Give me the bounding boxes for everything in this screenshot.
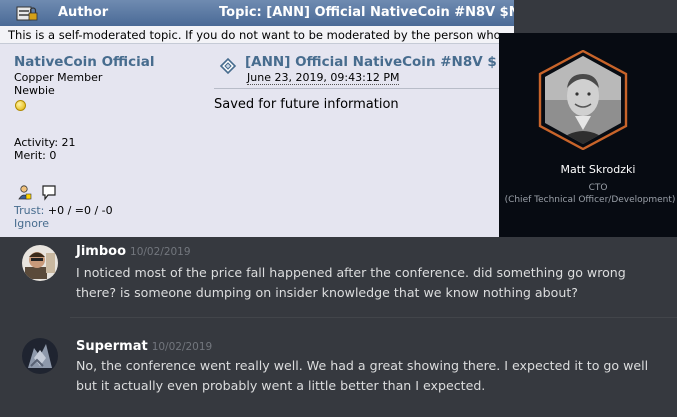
- topic-title: Topic: [ANN] Official NativeCoin #N8V $N…: [219, 5, 514, 20]
- forum-header-bar: Author Topic: [ANN] Official NativeCoin …: [0, 0, 514, 26]
- post-date[interactable]: June 23, 2019, 09:43:12 PM: [247, 71, 400, 85]
- post-tag-icon: [219, 57, 237, 75]
- message-divider: [70, 317, 677, 318]
- trust-value: +0 / =0 / -0: [44, 204, 113, 217]
- profile-photo: [545, 56, 621, 144]
- message-text: I noticed most of the price fall happene…: [76, 265, 626, 300]
- user-avatar-icon: [22, 245, 58, 281]
- message-timestamp: 10/02/2019: [151, 341, 213, 353]
- poster-name-link[interactable]: NativeCoin Official: [14, 54, 154, 70]
- forum-post: Author Topic: [ANN] Official NativeCoin …: [0, 0, 514, 237]
- avatar[interactable]: [22, 245, 58, 281]
- message-icon[interactable]: [42, 185, 56, 201]
- author-column-label: Author: [58, 5, 109, 20]
- poster-info: NativeCoin Official Copper Member Newbie…: [0, 46, 200, 237]
- profile-icon[interactable]: [18, 185, 32, 200]
- poster-activity: Activity: 21: [14, 136, 76, 149]
- card-name: Matt Skrodzki: [560, 163, 636, 176]
- rank-coin-icon: [15, 100, 26, 111]
- chat-area: Jimboo 10/02/2019 I noticed most of the p…: [0, 237, 677, 417]
- post-header: [ANN] Official NativeCoin #N8V $ June 23…: [214, 54, 515, 85]
- self-moderated-notice: This is a self-moderated topic. If you d…: [0, 26, 514, 44]
- author-name[interactable]: Jimboo: [76, 244, 126, 259]
- profile-photo-frame: [538, 50, 628, 150]
- user-avatar-icon: [22, 338, 58, 374]
- avatar[interactable]: [22, 338, 58, 374]
- message-text: No, the conference went really well. We …: [76, 358, 649, 393]
- post-divider: [214, 88, 514, 89]
- message-author[interactable]: Jimboo 10/02/2019: [76, 244, 191, 259]
- message-timestamp: 10/02/2019: [130, 246, 191, 258]
- poster-action-icons: [18, 185, 56, 201]
- lock-topic-icon: [16, 6, 38, 21]
- post-title-link[interactable]: [ANN] Official NativeCoin #N8V $: [245, 54, 515, 70]
- poster-rank: Copper Member: [14, 71, 103, 84]
- card-role: CTO: [588, 183, 608, 193]
- profile-card: Matt Skrodzki CTO (Chief Technical Offic…: [499, 33, 677, 237]
- trust-row: Trust: +0 / =0 / -0: [14, 204, 113, 217]
- post-body: Saved for future information: [214, 97, 399, 112]
- message-author[interactable]: Supermat 10/02/2019: [76, 339, 212, 354]
- trust-link[interactable]: Trust:: [14, 204, 44, 217]
- author-name[interactable]: Supermat: [76, 339, 148, 354]
- poster-merit: Merit: 0: [14, 149, 57, 162]
- poster-level: Newbie: [14, 84, 55, 97]
- ignore-link[interactable]: Ignore: [14, 217, 49, 230]
- card-description: (Chief Technical Officer/Development): [504, 195, 676, 205]
